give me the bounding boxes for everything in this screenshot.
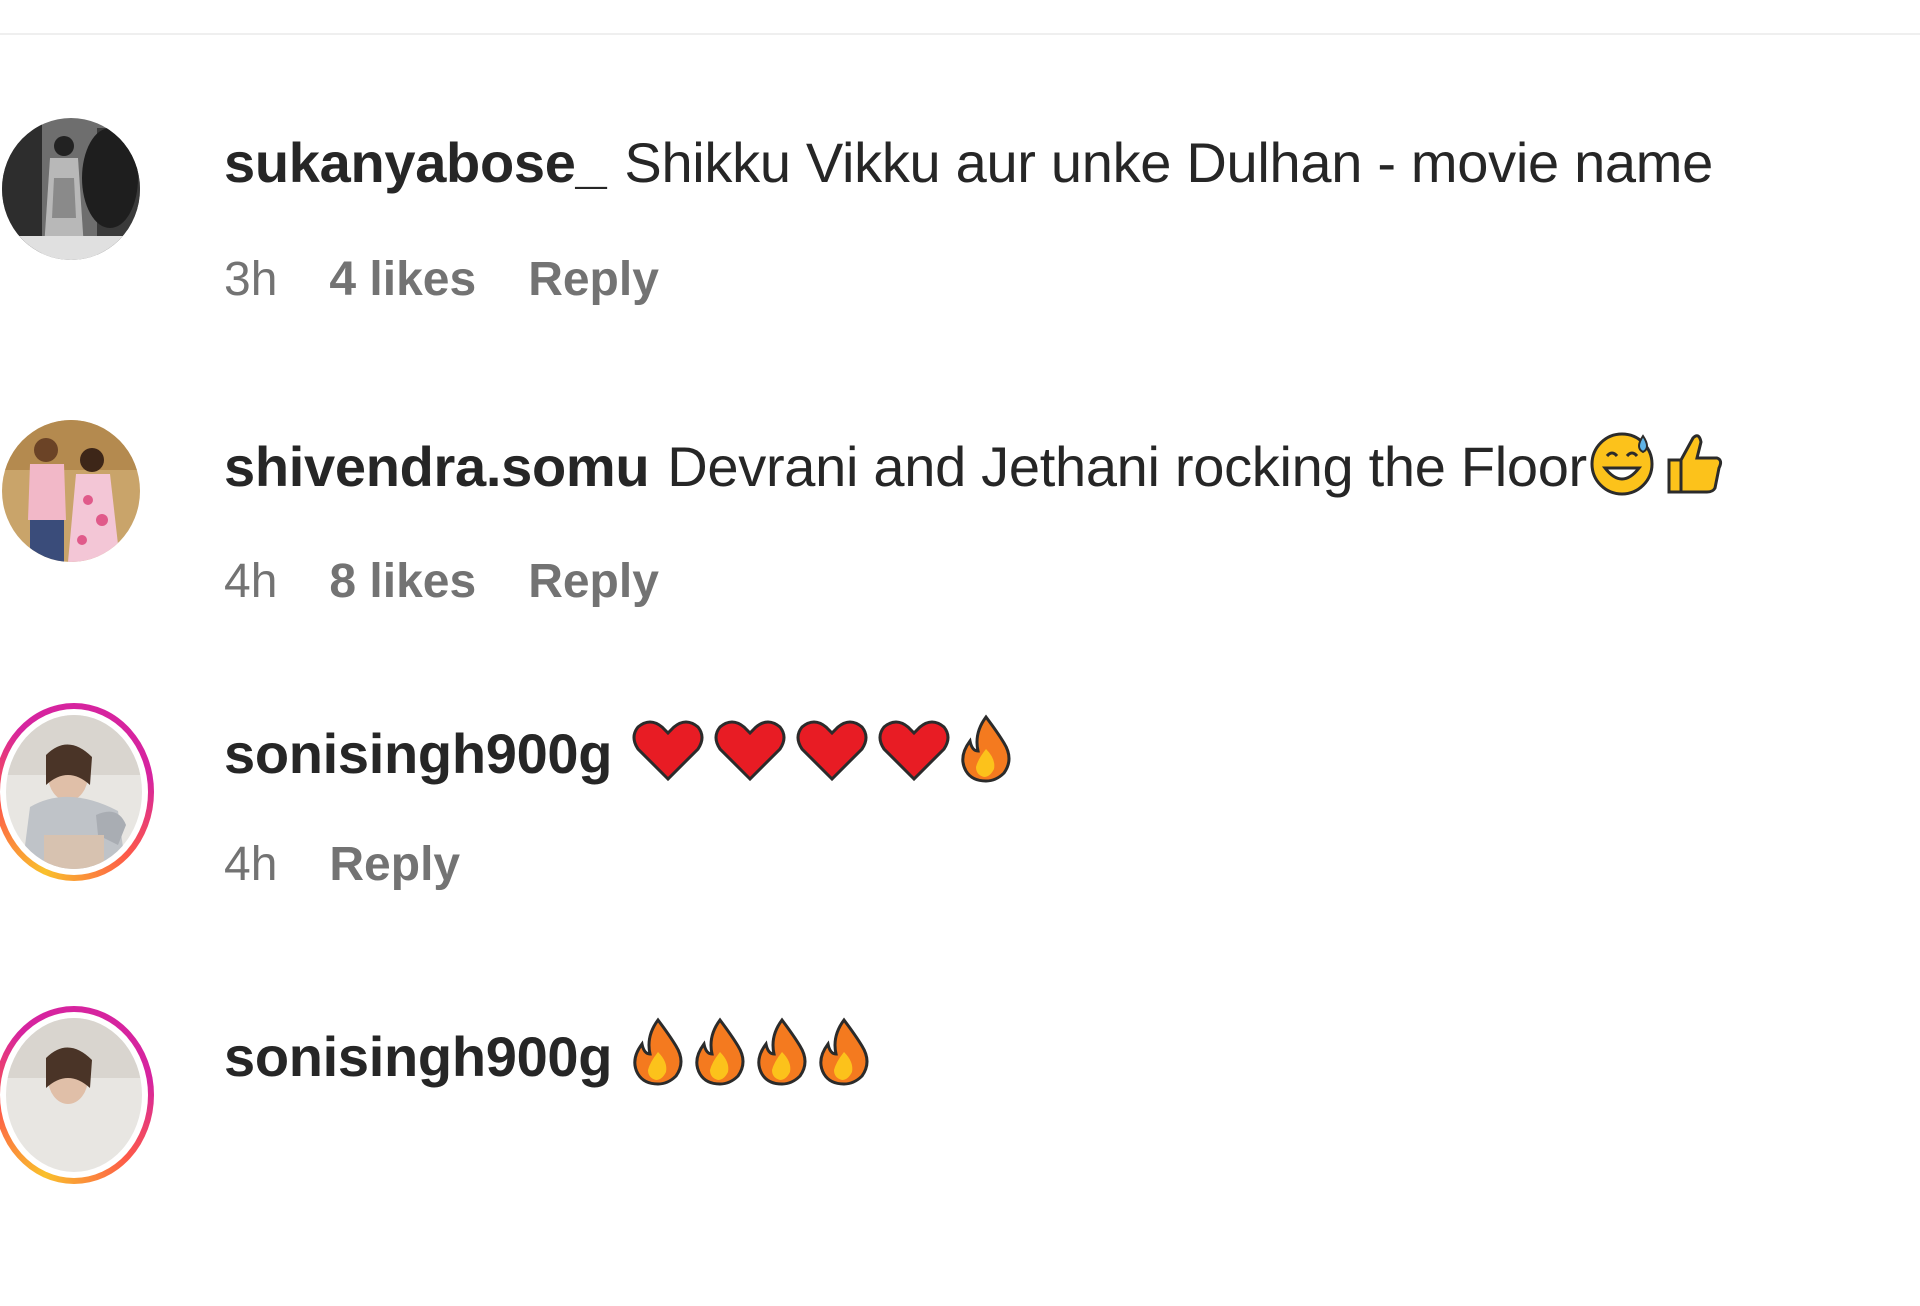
comment-likes[interactable]: 8 likes [329, 555, 476, 608]
avatar[interactable] [0, 703, 154, 881]
profile-photo-woman [6, 715, 142, 869]
fire-emoji-icon [630, 1016, 686, 1102]
comment-username[interactable]: sonisingh900g [224, 1025, 612, 1088]
comment-text-line: sukanyabose_ Shikku Vikku aur unke Dulhan… [224, 128, 1713, 198]
reply-button[interactable]: Reply [329, 838, 460, 891]
avatar[interactable] [0, 1006, 154, 1184]
red-heart-emoji-icon [876, 717, 952, 799]
red-heart-emoji-icon [712, 717, 788, 799]
red-heart-emoji-icon [630, 717, 706, 799]
thumbs-up-emoji-icon [1663, 430, 1725, 512]
grinning-sweat-emoji-icon [1587, 430, 1657, 512]
comment-username[interactable]: sonisingh900g [224, 722, 612, 785]
comment-username[interactable]: sukanyabose_ [224, 131, 607, 194]
comment-item: sonisingh900g 4h Reply [0, 703, 1920, 1003]
comment-meta: 3h 4 likes Reply [224, 250, 711, 310]
comment-meta: 4h 8 likes Reply [224, 552, 711, 612]
comment-text-line: shivendra.somu Devrani and Jethani rockin… [224, 430, 1731, 512]
profile-photo-bw [2, 118, 140, 260]
comment-meta: 4h Reply [224, 835, 512, 895]
comment-text: Shikku Vikku aur unke Dulhan - movie nam… [624, 131, 1713, 194]
comment-likes[interactable]: 4 likes [329, 253, 476, 306]
reply-button[interactable]: Reply [528, 253, 659, 306]
fire-emoji-icon [816, 1016, 872, 1102]
profile-photo-couple [2, 420, 140, 562]
avatar[interactable] [0, 420, 140, 565]
comment-text-line: sonisingh900g [224, 713, 1020, 799]
red-heart-emoji-icon [794, 717, 870, 799]
comment-text-line: sonisingh900g [224, 1016, 878, 1102]
fire-emoji-icon [958, 713, 1014, 799]
reply-button[interactable]: Reply [528, 555, 659, 608]
comment-item: shivendra.somu Devrani and Jethani rockin… [0, 420, 1920, 720]
comment-time[interactable]: 4h [224, 838, 277, 891]
comment-time[interactable]: 4h [224, 555, 277, 608]
avatar[interactable] [0, 118, 140, 263]
fire-emoji-icon [754, 1016, 810, 1102]
comment-time[interactable]: 3h [224, 253, 277, 306]
comment-text: Devrani and Jethani rocking the Floor [667, 435, 1587, 498]
comment-item: sonisingh900g [0, 1006, 1920, 1306]
profile-photo-woman [6, 1018, 142, 1172]
comment-item: sukanyabose_ Shikku Vikku aur unke Dulhan… [0, 118, 1920, 418]
fire-emoji-icon [692, 1016, 748, 1102]
comment-username[interactable]: shivendra.somu [224, 435, 650, 498]
top-divider [0, 33, 1920, 35]
